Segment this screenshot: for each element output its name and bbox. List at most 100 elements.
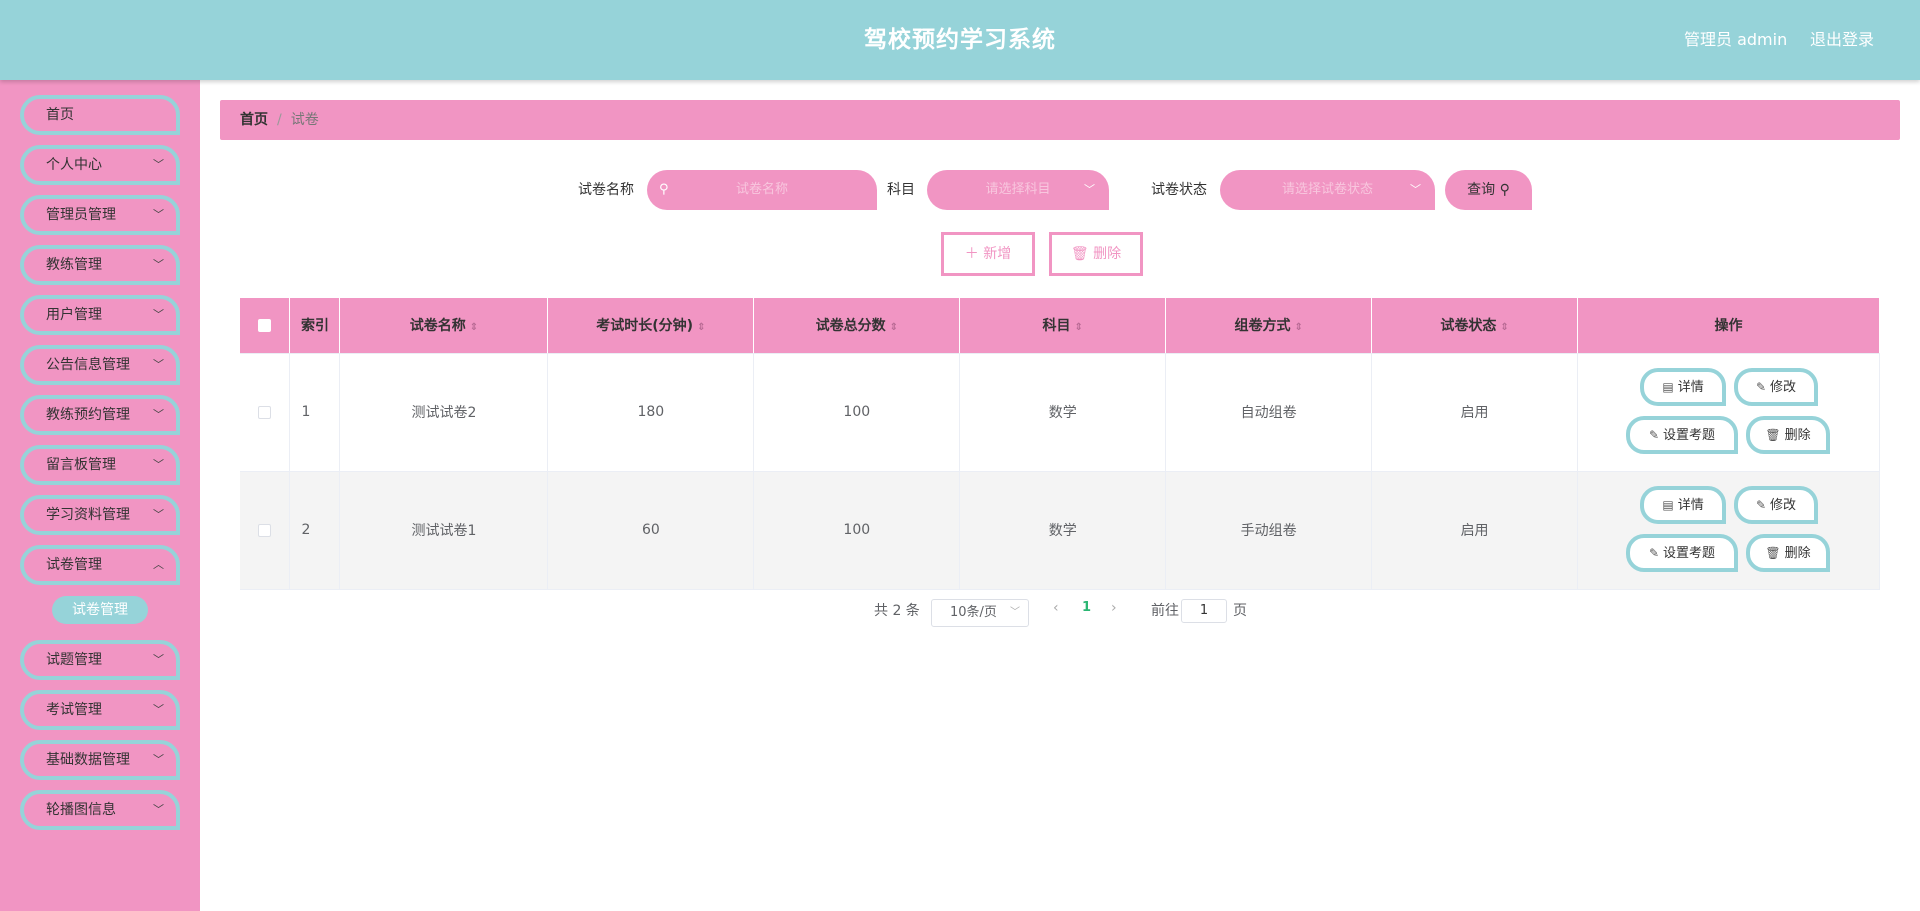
cell-score: 100: [753, 353, 961, 472]
subject-label: 科目: [887, 182, 915, 198]
sidebar-item-user-management[interactable]: 用户管理 ﹀: [20, 295, 180, 335]
sidebar-item-message-board[interactable]: 留言板管理 ﹀: [20, 445, 180, 485]
sidebar-item-exam-papers[interactable]: 试卷管理 ︿: [20, 545, 180, 585]
chevron-down-icon: ﹀: [153, 208, 164, 221]
sidebar-item-questions[interactable]: 试题管理 ﹀: [20, 640, 180, 680]
document-icon: ▤: [1662, 379, 1674, 394]
table-row: 2 测试试卷1 60 100 数学 手动组卷 启用 ▤ 详情 ✎ 修改 ✎ 设置考题 …: [240, 471, 1880, 590]
breadcrumb-separator: /: [277, 112, 282, 128]
logout-button[interactable]: 退出登录: [1810, 0, 1874, 80]
next-page-icon[interactable]: ›: [1111, 600, 1117, 616]
trash-icon: 🗑: [1765, 545, 1781, 560]
column-header-actions: 操作: [1577, 298, 1880, 354]
cell-status: 启用: [1371, 471, 1579, 590]
cell-score: 100: [753, 471, 961, 590]
sidebar-item-label: 个人中心: [46, 157, 102, 173]
sidebar-item-label: 学习资料管理: [46, 507, 130, 523]
column-header-subject[interactable]: 科目 ⇕: [959, 298, 1167, 354]
sidebar-subitem-exam-papers[interactable]: 试卷管理: [52, 596, 148, 624]
edit-button[interactable]: ✎ 修改: [1734, 485, 1819, 524]
sidebar-item-study-materials[interactable]: 学习资料管理 ﹀: [20, 495, 180, 535]
sidebar-item-notice-management[interactable]: 公告信息管理 ﹀: [20, 345, 180, 385]
column-header-mode[interactable]: 组卷方式 ⇕: [1165, 298, 1373, 354]
app-title: 驾校预约学习系统: [864, 27, 1056, 53]
sidebar-item-base-data[interactable]: 基础数据管理 ﹀: [20, 740, 180, 780]
edit-icon: ✎: [1755, 497, 1767, 512]
checkbox-icon: [258, 523, 272, 537]
paper-name-input[interactable]: ⚲ 试卷名称: [647, 170, 877, 210]
chevron-down-icon: ﹀: [153, 358, 164, 371]
cell-index: 1: [289, 353, 341, 472]
delete-button[interactable]: 🗑 删除: [1746, 415, 1831, 454]
column-header-index: 索引: [289, 298, 341, 354]
select-all-checkbox[interactable]: [240, 298, 291, 354]
column-header-status[interactable]: 试卷状态 ⇕: [1371, 298, 1579, 354]
subject-select[interactable]: 请选择科目 ﹀: [927, 170, 1109, 210]
column-header-name[interactable]: 试卷名称 ⇕: [339, 298, 549, 354]
top-header: 驾校预约学习系统 管理员 admin 退出登录: [0, 0, 1920, 80]
edit-button[interactable]: ✎ 修改: [1734, 367, 1819, 406]
sidebar-item-home[interactable]: 首页: [20, 95, 180, 135]
sidebar-item-label: 教练预约管理: [46, 407, 130, 423]
chevron-down-icon: ﹀: [153, 308, 164, 321]
sidebar-item-admin-management[interactable]: 管理员管理 ﹀: [20, 195, 180, 235]
search-icon: ⚲: [1499, 182, 1510, 198]
batch-delete-label: 删除: [1093, 246, 1122, 262]
goto-page-input[interactable]: 1: [1181, 599, 1227, 623]
sidebar-item-label: 首页: [46, 107, 74, 123]
chevron-down-icon: ﹀: [153, 803, 164, 816]
sidebar-item-personal-center[interactable]: 个人中心 ﹀: [20, 145, 180, 185]
sidebar-item-coach-booking[interactable]: 教练预约管理 ﹀: [20, 395, 180, 435]
chevron-down-icon: ﹀: [153, 158, 164, 171]
chevron-down-icon: ﹀: [1084, 183, 1095, 196]
sidebar-item-label: 用户管理: [46, 307, 102, 323]
sort-icon[interactable]: ⇕: [1075, 322, 1083, 333]
chevron-up-icon: ︿: [153, 558, 164, 571]
add-button[interactable]: ＋ 新增: [941, 232, 1035, 276]
row-checkbox[interactable]: [240, 471, 291, 590]
sidebar-item-label: 试题管理: [46, 652, 102, 668]
edit-icon: ✎: [1648, 427, 1660, 442]
sort-icon[interactable]: ⇕: [470, 322, 478, 333]
delete-button[interactable]: 🗑 删除: [1746, 533, 1831, 572]
paper-status-select[interactable]: 请选择试卷状态 ﹀: [1220, 170, 1435, 210]
set-questions-button[interactable]: ✎ 设置考题: [1626, 533, 1739, 572]
checkbox-icon: [258, 318, 272, 332]
sidebar-item-label: 留言板管理: [46, 457, 116, 473]
add-label: 新增: [983, 246, 1012, 262]
page-number-current[interactable]: 1: [1082, 600, 1091, 615]
detail-button[interactable]: ▤ 详情: [1640, 367, 1727, 406]
query-button[interactable]: 查询 ⚲: [1445, 170, 1532, 210]
chevron-down-icon: ﹀: [1010, 607, 1020, 618]
breadcrumb-home[interactable]: 首页: [240, 112, 268, 128]
column-header-score[interactable]: 试卷总分数 ⇕: [753, 298, 961, 354]
batch-delete-button[interactable]: 🗑 删除: [1049, 232, 1143, 276]
sort-icon[interactable]: ⇕: [1500, 322, 1508, 333]
sidebar-item-carousel[interactable]: 轮播图信息 ﹀: [20, 790, 180, 830]
table-row: 1 测试试卷2 180 100 数学 自动组卷 启用 ▤ 详情 ✎ 修改 ✎ 设置考题…: [240, 353, 1880, 472]
page-size-select[interactable]: 10条/页 ﹀: [931, 599, 1029, 627]
edit-icon: ✎: [1755, 379, 1767, 394]
cell-name: 测试试卷2: [339, 353, 549, 472]
plus-icon: ＋: [964, 246, 979, 262]
sort-icon[interactable]: ⇕: [890, 322, 898, 333]
detail-button[interactable]: ▤ 详情: [1640, 485, 1727, 524]
column-header-duration[interactable]: 考试时长(分钟) ⇕: [547, 298, 755, 354]
sidebar-item-label: 考试管理: [46, 702, 102, 718]
cell-duration: 60: [547, 471, 755, 590]
sort-icon[interactable]: ⇕: [697, 322, 705, 333]
document-icon: ▤: [1662, 497, 1674, 512]
chevron-down-icon: ﹀: [153, 508, 164, 521]
paper-name-placeholder: 试卷名称: [735, 182, 788, 197]
prev-page-icon[interactable]: ‹: [1053, 600, 1059, 616]
subject-placeholder: 请选择科目: [985, 182, 1051, 197]
sidebar: 首页 个人中心 ﹀ 管理员管理 ﹀ 教练管理 ﹀ 用户管理 ﹀ 公告信息管理 ﹀ 教练预约…: [0, 80, 200, 911]
paper-status-placeholder: 请选择试卷状态: [1281, 182, 1373, 197]
trash-icon: 🗑: [1070, 246, 1089, 262]
sort-icon[interactable]: ⇕: [1294, 322, 1302, 333]
sidebar-item-exams[interactable]: 考试管理 ﹀: [20, 690, 180, 730]
sidebar-item-coach-management[interactable]: 教练管理 ﹀: [20, 245, 180, 285]
set-questions-button[interactable]: ✎ 设置考题: [1626, 415, 1739, 454]
row-checkbox[interactable]: [240, 353, 291, 472]
page-size-value: 10条/页: [950, 605, 997, 620]
